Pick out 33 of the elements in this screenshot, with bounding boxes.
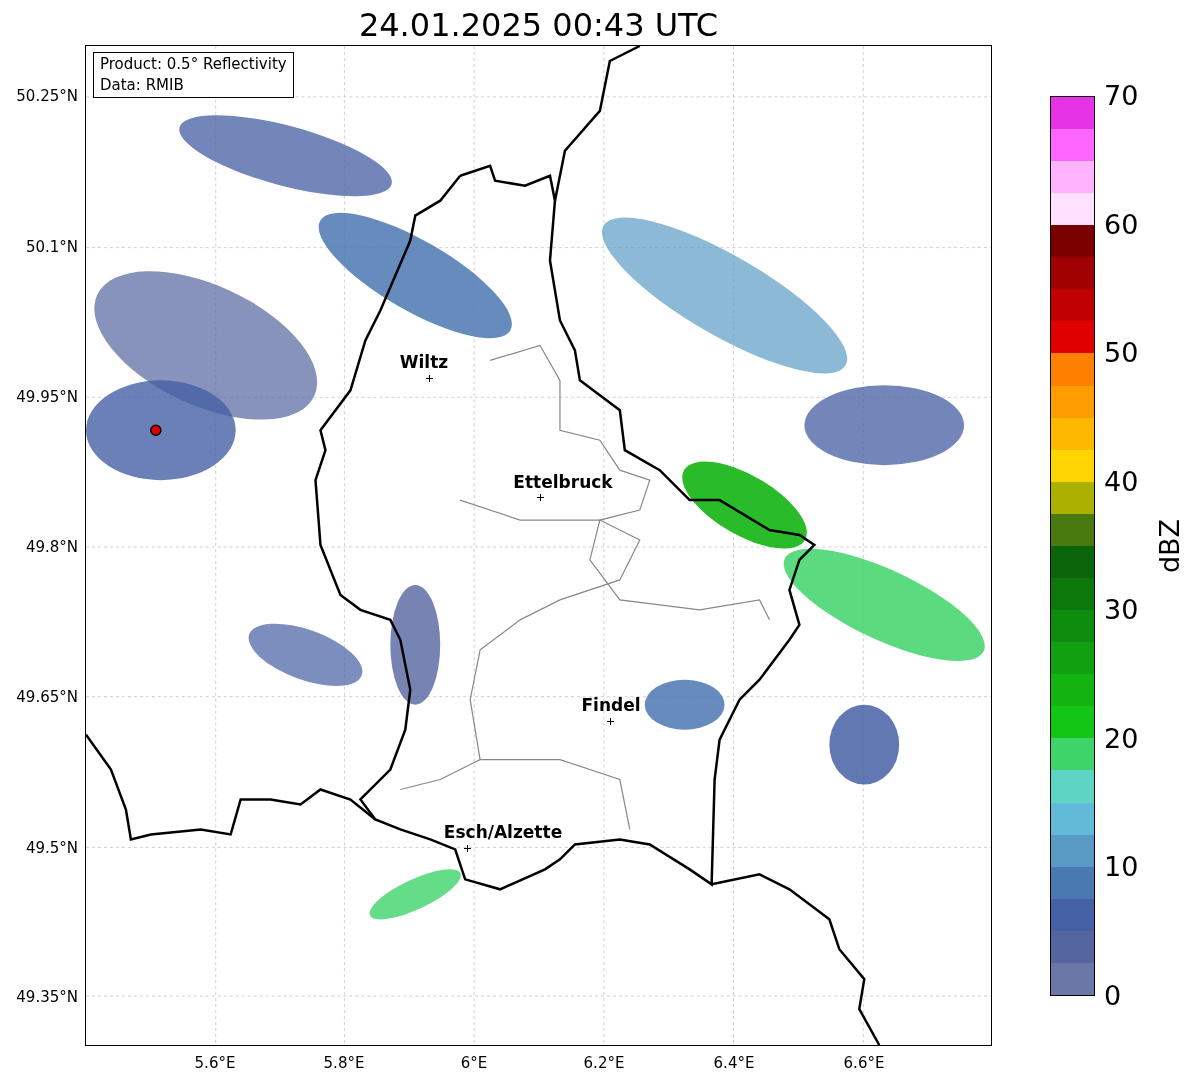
latitude-label: 49.35°N xyxy=(16,988,78,1006)
colorbar-tick-label: 70 xyxy=(1104,81,1139,111)
latitude-label: 49.65°N xyxy=(16,688,78,706)
colorbar-tick-label: 60 xyxy=(1104,209,1139,240)
longitude-label: 6.2°E xyxy=(583,1054,625,1072)
longitude-label: 6°E xyxy=(460,1054,488,1072)
latitude-label: 49.95°N xyxy=(16,388,78,406)
info-text: Product: 0.5° Reflectivity xyxy=(100,54,287,75)
colorbar-axis-label: dBZ xyxy=(1154,518,1184,574)
city-marker-icon xyxy=(537,494,544,501)
city-marker-icon xyxy=(426,375,433,382)
city-label: Findel xyxy=(581,695,641,715)
latitude-label: 50.1°N xyxy=(25,238,78,256)
latitude-label: 50.25°N xyxy=(16,87,78,105)
longitude-label: 5.6°E xyxy=(194,1054,236,1072)
latitude-label: 49.8°N xyxy=(25,538,78,556)
colorbar-tick-label: 40 xyxy=(1104,466,1139,497)
longitude-label: 6.6°E xyxy=(843,1054,885,1072)
colorbar-tick-label: 0 xyxy=(1104,981,1122,1011)
colorbar-tick-label: 30 xyxy=(1104,595,1139,626)
city-label: Esch/Alzette xyxy=(443,822,563,842)
chart-title: 24.01.2025 00:43 UTC xyxy=(357,5,720,46)
info-text: Data: RMIB xyxy=(100,75,185,96)
city-marker-icon xyxy=(607,718,614,725)
colorbar-tick-label: 20 xyxy=(1104,723,1139,754)
city-marker-icon xyxy=(464,845,471,852)
latitude-label: 49.5°N xyxy=(25,839,78,857)
city-label: Wiltz xyxy=(399,352,449,372)
city-label: Ettelbruck xyxy=(513,472,613,492)
colorbar-tick-label: 50 xyxy=(1104,338,1139,369)
longitude-label: 6.4°E xyxy=(713,1054,755,1072)
longitude-label: 5.8°E xyxy=(323,1054,365,1072)
colorbar-tick-label: 10 xyxy=(1104,852,1139,883)
